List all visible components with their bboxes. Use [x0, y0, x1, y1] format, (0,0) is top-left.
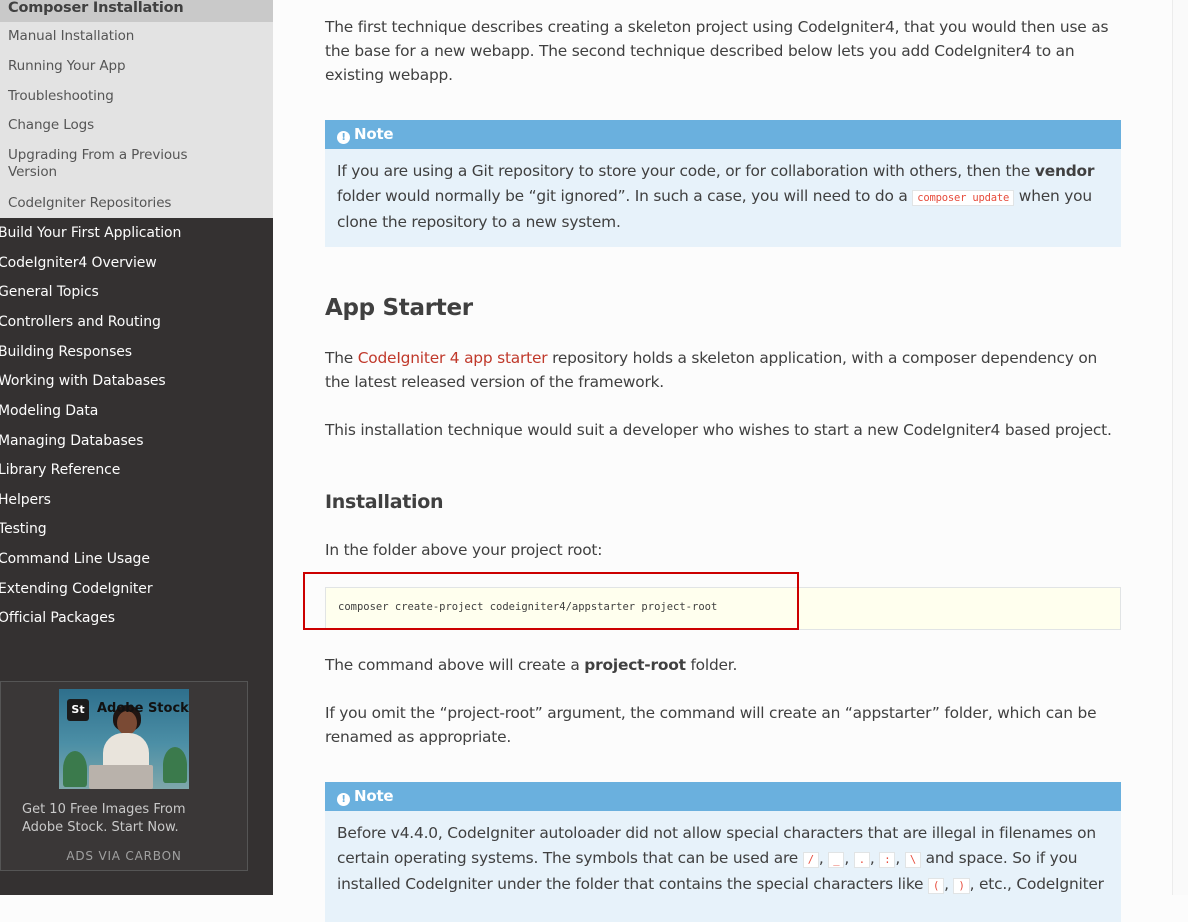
note-title-label: Note [354, 787, 394, 805]
sidebar-item-change-logs[interactable]: Change Logs [8, 117, 248, 134]
inline-code-symbol: . [853, 851, 870, 868]
note-text: folder would normally be “git ignored”. … [337, 186, 913, 205]
sidebar: Composer Installation Manual Installatio… [0, 0, 273, 895]
highlight-annotation-box [303, 572, 799, 630]
paragraph-text: The [325, 349, 358, 367]
note-title-label: Note [354, 125, 394, 143]
note-title: ! Note [325, 120, 1121, 149]
app-starter-link[interactable]: CodeIgniter 4 app starter [358, 349, 548, 367]
ad-via-carbon[interactable]: ADS VIA CARBON [1, 849, 247, 863]
inline-code-symbol: ( [927, 878, 945, 894]
note-bold-vendor: vendor [1034, 162, 1095, 180]
sidebar-item-overview[interactable]: CodeIgniter4 Overview [0, 254, 157, 272]
sidebar-current-section[interactable]: Composer Installation [0, 0, 273, 22]
sidebar-item-databases[interactable]: Working with Databases [0, 372, 166, 390]
sidebar-item-library-reference[interactable]: Library Reference [0, 461, 120, 479]
heading-installation: Installation [325, 491, 444, 513]
sidebar-item-extending[interactable]: Extending CodeIgniter [0, 580, 153, 598]
sidebar-item-helpers[interactable]: Helpers [0, 491, 51, 509]
app-starter-paragraph: The CodeIgniter 4 app starter repository… [325, 346, 1121, 394]
ad-brand: Adobe Stock [97, 701, 189, 716]
info-icon: ! [337, 131, 350, 144]
inline-code-symbol: / [802, 851, 819, 868]
technique-paragraph: This installation technique would suit a… [325, 421, 1112, 439]
sidebar-item-modeling-data[interactable]: Modeling Data [0, 402, 98, 420]
note-text: If you are using a Git repository to sto… [337, 162, 1035, 180]
sidebar-item-troubleshooting[interactable]: Troubleshooting [8, 88, 248, 105]
carbon-ad[interactable]: St Adobe Stock Get 10 Free Images From A… [0, 681, 248, 871]
sidebar-item-testing[interactable]: Testing [0, 520, 47, 538]
ad-image[interactable]: St Adobe Stock [59, 689, 189, 789]
ad-plant-shape [163, 747, 187, 783]
sidebar-item-repositories[interactable]: CodeIgniter Repositories [8, 195, 248, 212]
page-right-gutter [1172, 0, 1188, 895]
note-text: , etc., CodeIgniter [969, 875, 1104, 893]
bold-project-root: project-root [584, 656, 686, 674]
inline-code-composer-update: composer update [912, 189, 1015, 206]
inline-code-symbol: \ [904, 851, 921, 868]
sidebar-item-general-topics[interactable]: General Topics [0, 283, 99, 301]
note-body-2: Before v4.4.0, CodeIgniter autoloader di… [337, 824, 1104, 894]
sidebar-item-official-packages[interactable]: Official Packages [0, 609, 115, 627]
paragraph-text: folder. [685, 656, 738, 674]
sidebar-item-building-responses[interactable]: Building Responses [0, 343, 132, 361]
note-body: If you are using a Git repository to sto… [325, 149, 1121, 247]
info-icon: ! [337, 793, 350, 806]
sidebar-item-manual-installation[interactable]: Manual Installation [8, 28, 248, 45]
paragraph-text: The command above will create a [325, 656, 585, 674]
note-title-2: ! Note [325, 782, 1121, 811]
inline-code-symbol: : [879, 851, 896, 868]
omit-paragraph: If you omit the “project-root” argument,… [325, 704, 1097, 746]
ad-text[interactable]: Get 10 Free Images From Adobe Stock. Sta… [22, 801, 222, 837]
heading-app-starter: App Starter [325, 295, 473, 321]
sidebar-item-build-first-app[interactable]: Build Your First Application [0, 224, 181, 242]
folder-paragraph: In the folder above your project root: [325, 541, 603, 559]
adobe-stock-logo-icon: St [67, 699, 89, 721]
sidebar-item-upgrading[interactable]: Upgrading From a Previous Version [8, 147, 208, 181]
ad-plant-shape [63, 751, 87, 787]
note-box-2: ! Note Before v4.4.0, CodeIgniter autoloa… [325, 782, 1121, 922]
command-paragraph: The command above will create a project-… [325, 653, 1121, 677]
sidebar-item-running-your-app[interactable]: Running Your App [8, 58, 248, 75]
inline-code-symbol: _ [828, 851, 845, 868]
ad-laptop [89, 765, 153, 789]
intro-paragraph: The first technique describes creating a… [325, 18, 1109, 84]
sidebar-item-command-line[interactable]: Command Line Usage [0, 550, 150, 568]
sidebar-subnav: Composer Installation Manual Installatio… [0, 0, 273, 218]
sidebar-item-managing-databases[interactable]: Managing Databases [0, 432, 144, 450]
note-box: ! Note If you are using a Git repository … [325, 120, 1121, 247]
inline-code-symbol: ) [953, 878, 970, 894]
sidebar-item-controllers-routing[interactable]: Controllers and Routing [0, 313, 161, 331]
